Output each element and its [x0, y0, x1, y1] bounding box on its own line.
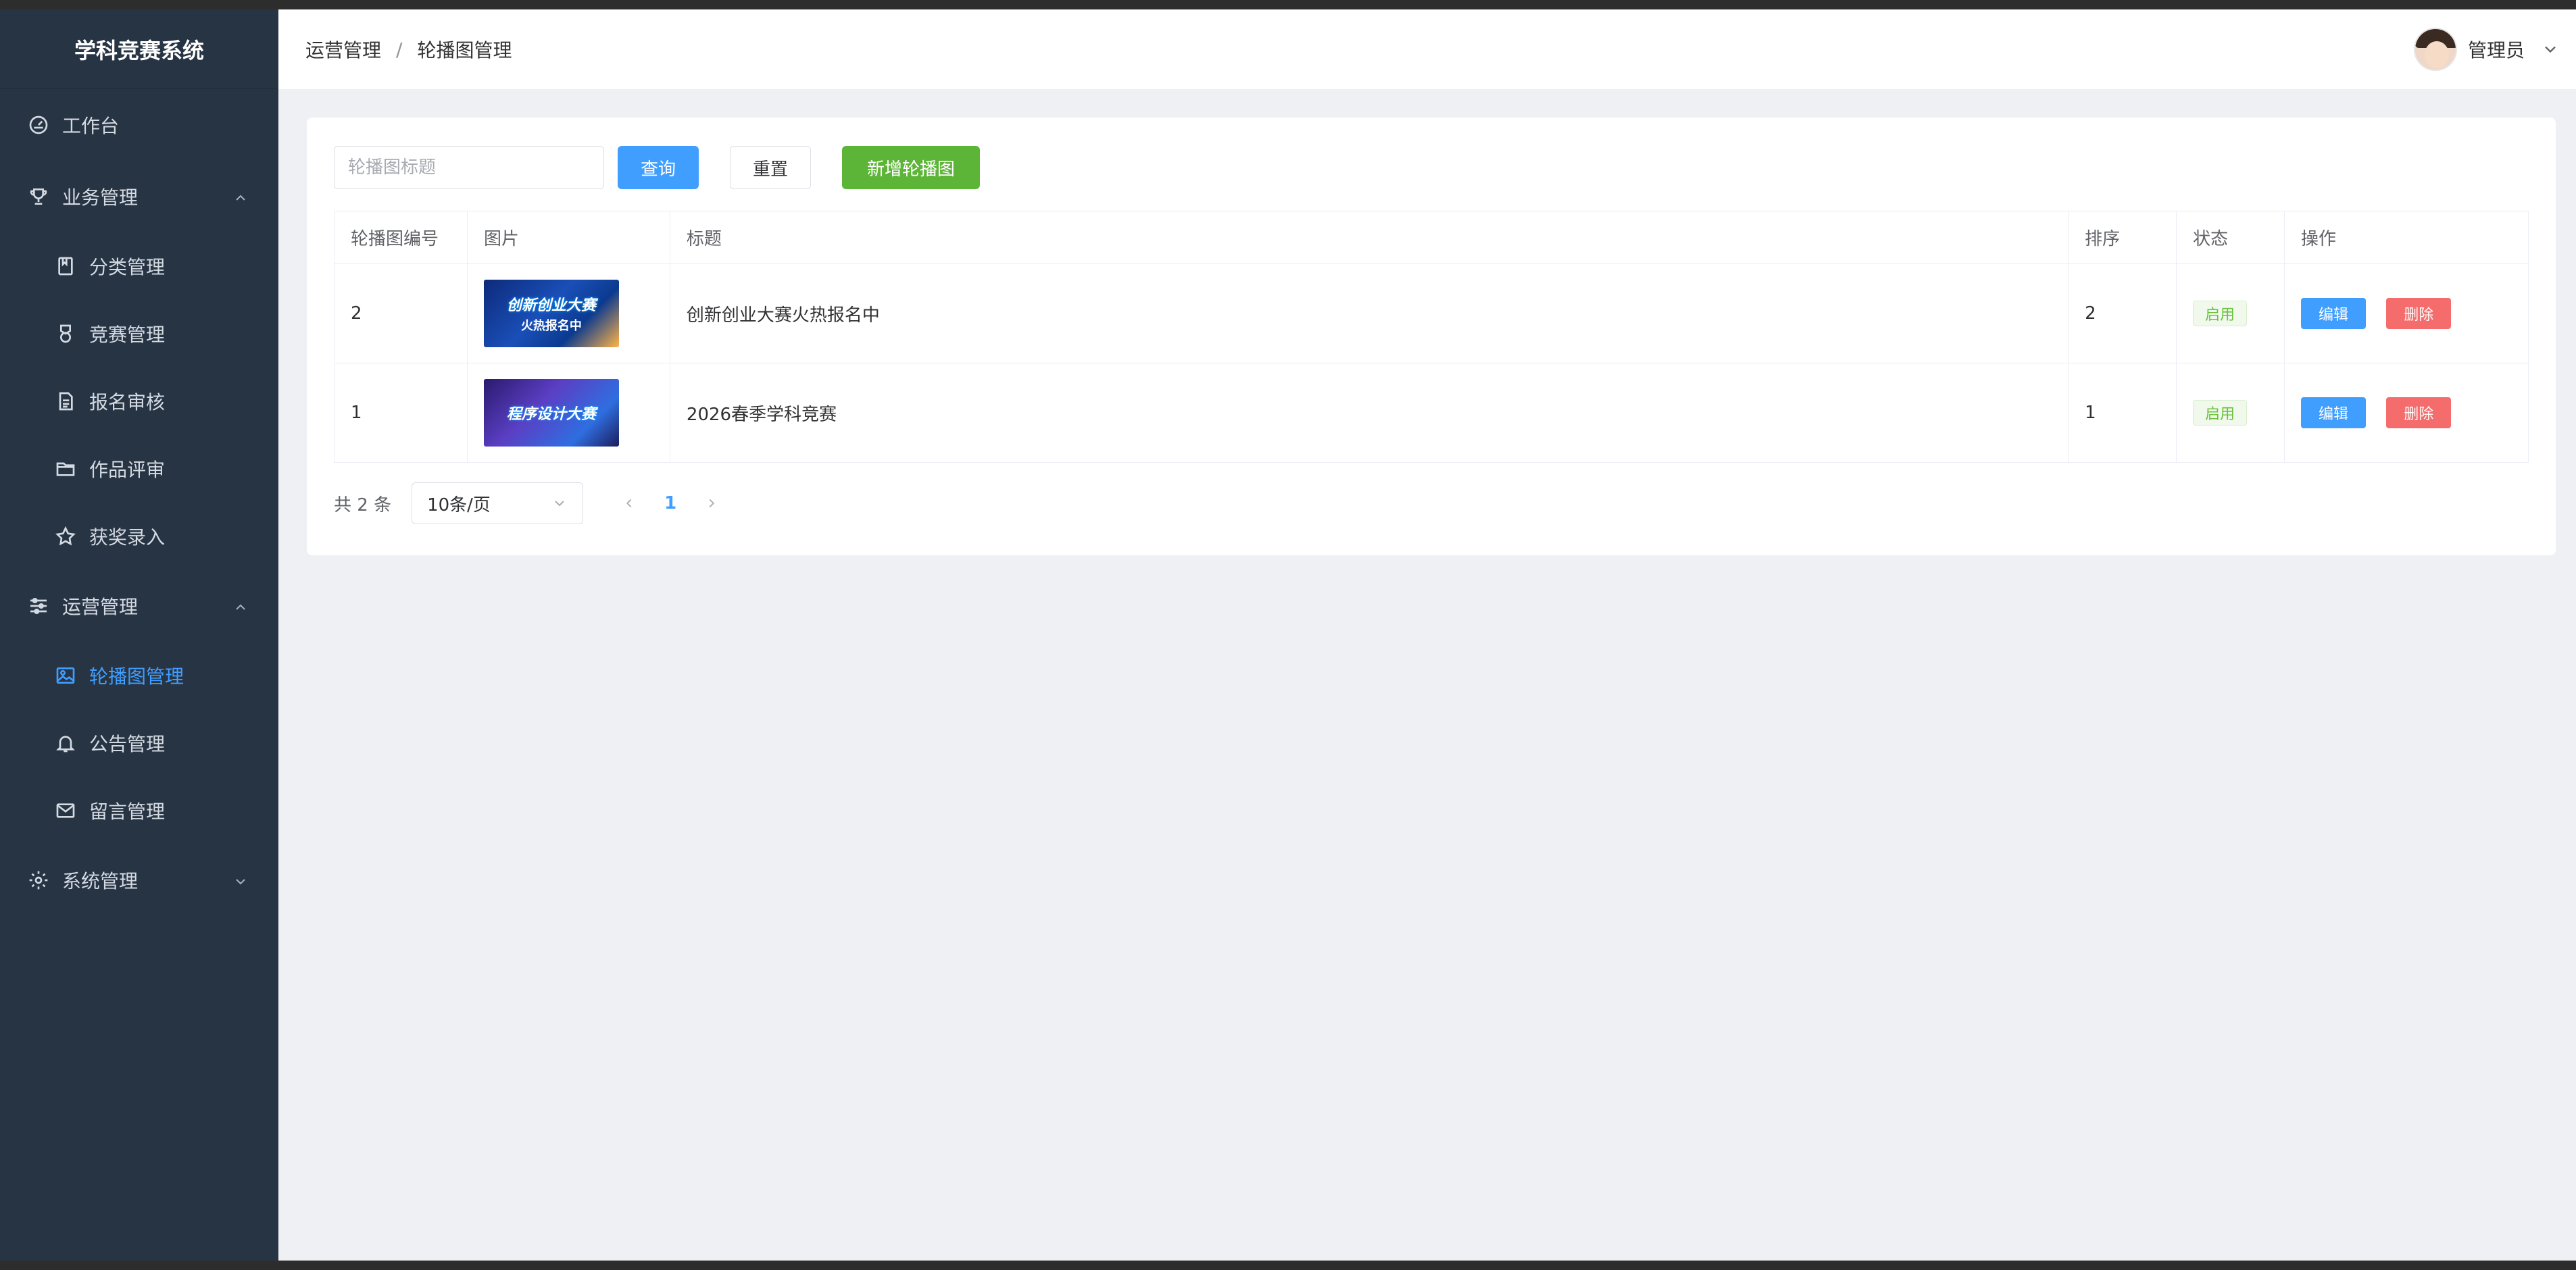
sidebar-item-label: 分类管理	[89, 256, 166, 278]
query-button[interactable]: 查询	[618, 146, 699, 189]
column-header-sort: 排序	[2068, 211, 2177, 264]
sidebar-item-label: 作品评审	[89, 459, 166, 481]
status-badge: 启用	[2193, 301, 2248, 326]
breadcrumb-separator: /	[396, 38, 403, 61]
sidebar-item-label: 留言管理	[89, 801, 166, 823]
cell-title: 2026春季学科竞赛	[669, 363, 2069, 463]
pagination: 共 2 条 10条/页 1	[334, 482, 726, 524]
chevron-down-icon	[232, 872, 249, 888]
column-header-image: 图片	[466, 211, 670, 264]
add-carousel-button[interactable]: 新增轮播图	[842, 146, 980, 189]
cell-image: 创新创业大赛 火热报名中	[466, 263, 670, 363]
sidebar-item-workbench[interactable]: 工作台	[0, 89, 278, 161]
chevron-up-icon	[232, 598, 249, 614]
carousel-table: 轮播图编号 图片 标题 排序 状态 操作 2 创新创业大赛 火热报名中 创新创业…	[334, 211, 2529, 463]
folder-icon	[54, 457, 77, 480]
chevron-up-icon	[232, 188, 249, 205]
cell-status: 启用	[2176, 363, 2285, 463]
page-number-current[interactable]: 1	[664, 493, 676, 513]
sidebar-item-carousel[interactable]: 轮播图管理	[0, 642, 278, 709]
sidebar-item-label: 报名审核	[89, 391, 166, 413]
page-size-select[interactable]: 10条/页	[412, 482, 584, 524]
table-row: 1 程序设计大赛 2026春季学科竞赛 1 启用 编辑 删除	[334, 363, 2529, 463]
thumbnail-text: 程序设计大赛	[506, 406, 596, 423]
breadcrumb-item-operations[interactable]: 运营管理	[305, 36, 381, 63]
chevron-down-icon	[551, 495, 568, 511]
delete-button[interactable]: 删除	[2386, 397, 2452, 428]
table-header-row: 轮播图编号 图片 标题 排序 状态 操作	[334, 211, 2529, 264]
chevron-down-icon[interactable]	[2541, 40, 2560, 59]
page-size-value: 10条/页	[427, 494, 491, 515]
sidebar: 学科竞赛系统 工作台 业务管理 分类管理 竞赛管理 报名审核 作品评审 获奖录入…	[0, 9, 278, 1261]
thumbnail-text: 创新创业大赛	[506, 297, 596, 314]
sidebar-item-label: 业务管理	[62, 186, 139, 209]
sidebar-item-label: 获奖录入	[89, 526, 166, 549]
sidebar-item-competition[interactable]: 竞赛管理	[0, 300, 278, 367]
sidebar-item-label: 公告管理	[89, 733, 166, 755]
column-header-id: 轮播图编号	[334, 211, 468, 264]
cell-image: 程序设计大赛	[466, 363, 670, 463]
sidebar-item-label: 轮播图管理	[89, 665, 184, 688]
reset-button[interactable]: 重置	[730, 146, 811, 189]
edit-button[interactable]: 编辑	[2301, 298, 2367, 329]
message-icon	[54, 799, 77, 822]
book-icon	[54, 255, 77, 278]
column-header-status: 状态	[2176, 211, 2285, 264]
header: 运营管理 / 轮播图管理 管理员	[278, 9, 2576, 89]
sidebar-item-label: 系统管理	[62, 870, 139, 892]
cell-title: 创新创业大赛火热报名中	[669, 263, 2069, 363]
carousel-thumbnail[interactable]: 创新创业大赛 火热报名中	[483, 280, 619, 347]
cell-actions: 编辑 删除	[2284, 263, 2529, 363]
avatar[interactable]	[2413, 28, 2457, 71]
column-header-title: 标题	[669, 211, 2069, 264]
content-card: 查询 重置 新增轮播图 轮播图编号 图片 标题 排序 状态 操作 2 创新创业大…	[307, 118, 2556, 555]
search-toolbar: 查询 重置 新增轮播图	[334, 146, 980, 189]
cell-sort: 2	[2068, 263, 2177, 363]
breadcrumb: 运营管理 / 轮播图管理	[305, 36, 512, 63]
cell-actions: 编辑 删除	[2284, 363, 2529, 463]
column-header-actions: 操作	[2284, 211, 2529, 264]
cell-status: 启用	[2176, 263, 2285, 363]
thumbnail-text: 火热报名中	[520, 319, 582, 333]
pagination-total: 共 2 条	[334, 494, 392, 515]
sidebar-item-label: 竞赛管理	[89, 324, 166, 346]
medal-icon	[54, 322, 77, 345]
cell-id: 1	[334, 363, 468, 463]
sidebar-item-business[interactable]: 业务管理	[0, 161, 278, 232]
edit-button[interactable]: 编辑	[2301, 397, 2367, 428]
sidebar-item-announcement[interactable]: 公告管理	[0, 709, 278, 777]
search-input[interactable]	[334, 146, 604, 189]
dashboard-icon	[27, 113, 50, 136]
sidebar-item-award-entry[interactable]: 获奖录入	[0, 503, 278, 570]
window-top-bar	[0, 0, 2576, 9]
user-menu[interactable]: 管理员	[2413, 27, 2560, 72]
picture-icon	[54, 664, 77, 687]
cell-sort: 1	[2068, 363, 2177, 463]
star-icon	[54, 525, 77, 548]
bell-icon	[54, 732, 77, 755]
sidebar-item-label: 运营管理	[62, 596, 139, 618]
sliders-icon	[27, 594, 50, 617]
prev-page-button[interactable]	[614, 488, 644, 518]
sidebar-item-registration-review[interactable]: 报名审核	[0, 367, 278, 435]
sidebar-item-message[interactable]: 留言管理	[0, 777, 278, 844]
sidebar-item-work-review[interactable]: 作品评审	[0, 435, 278, 503]
table-row: 2 创新创业大赛 火热报名中 创新创业大赛火热报名中 2 启用 编辑 删除	[334, 263, 2529, 363]
next-page-button[interactable]	[697, 488, 726, 518]
sidebar-item-category[interactable]: 分类管理	[0, 232, 278, 300]
sidebar-item-operations[interactable]: 运营管理	[0, 570, 278, 642]
cell-id: 2	[334, 263, 468, 363]
sidebar-item-label: 工作台	[62, 115, 120, 137]
app-title: 学科竞赛系统	[0, 9, 278, 89]
breadcrumb-item-carousel: 轮播图管理	[417, 39, 512, 61]
document-icon	[54, 390, 77, 413]
window-bottom-bar	[0, 1261, 2576, 1270]
delete-button[interactable]: 删除	[2386, 298, 2452, 329]
carousel-thumbnail[interactable]: 程序设计大赛	[483, 379, 619, 447]
status-badge: 启用	[2193, 400, 2248, 426]
user-name[interactable]: 管理员	[2468, 36, 2525, 63]
gear-icon	[27, 869, 50, 892]
trophy-icon	[27, 185, 50, 208]
sidebar-item-system[interactable]: 系统管理	[0, 844, 278, 916]
